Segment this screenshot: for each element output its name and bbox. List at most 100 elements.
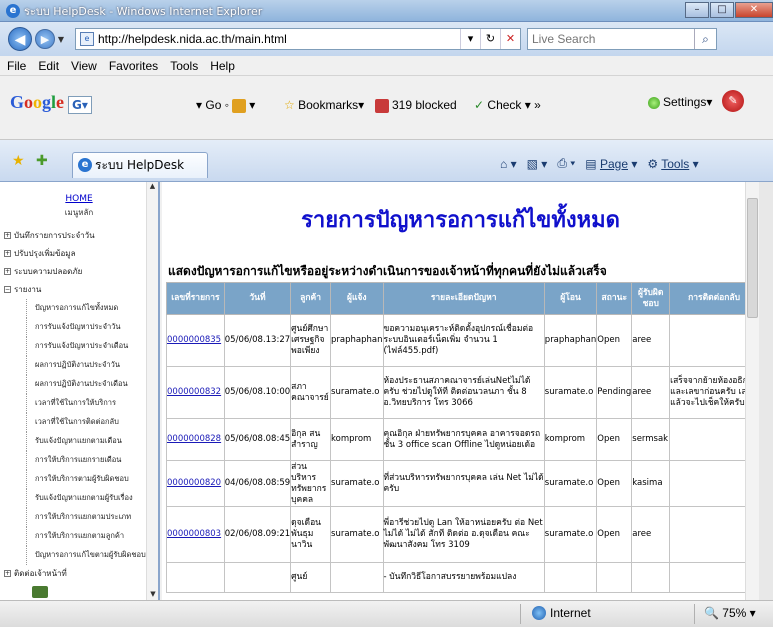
sidebar-item[interactable]: รับแจ้งปัญหาแยกตามเดือน: [26, 432, 158, 451]
sidebar-item[interactable]: การให้บริการแยกรายเดือน: [26, 451, 158, 470]
favorites-star-icon[interactable]: ★: [12, 153, 25, 169]
menu-edit[interactable]: Edit: [38, 59, 59, 73]
spellcheck-button[interactable]: ✓ Check ▾ »: [474, 98, 541, 112]
globe-icon: [532, 606, 546, 620]
issue-id-link[interactable]: 0000000835: [166, 314, 225, 367]
menu-help[interactable]: Help: [210, 59, 235, 73]
popup-blocked-button[interactable]: 319 blocked: [375, 98, 457, 113]
sidebar-item[interactable]: การรับแจ้งปัญหาประจำเดือน: [26, 337, 158, 356]
minimize-button[interactable]: –: [685, 2, 709, 18]
issue-owner: sermsak: [631, 418, 671, 461]
feeds-icon[interactable]: ▧ ▾: [527, 157, 548, 171]
translate-icon[interactable]: ✎: [722, 90, 744, 112]
add-favorites-icon[interactable]: ✚: [36, 153, 48, 169]
forward-button[interactable]: ▶: [35, 29, 55, 49]
sidebar-scrollbar[interactable]: ▲ ▼: [146, 182, 158, 600]
history-dropdown-icon[interactable]: ▼: [55, 35, 67, 44]
issue-owner: aree: [631, 314, 671, 367]
issue-status: Open: [596, 418, 633, 461]
close-button[interactable]: ✕: [735, 2, 773, 18]
tools-menu[interactable]: ⚙ Tools ▾: [647, 157, 698, 171]
issue-reporter: komprom: [330, 418, 384, 461]
sidebar-group-security[interactable]: + ระบบความปลอดภัย: [4, 265, 158, 281]
col-header-date: วันที่: [223, 282, 292, 315]
address-toolbar: ◀ ▶ ▼ e http://helpdesk.nida.ac.th/main.…: [0, 22, 773, 56]
sidebar-item[interactable]: ผลการปฏิบัติงานประจำเดือน: [26, 375, 158, 394]
issue-customer: ดุจเดือน พันธุมนาวิน: [290, 506, 332, 563]
refresh-icon[interactable]: ↻: [480, 29, 500, 49]
zoom-control[interactable]: 🔍 75% ▾: [704, 606, 756, 620]
issue-id-link[interactable]: 0000000832: [166, 366, 225, 419]
more-chevron[interactable]: »: [534, 98, 541, 112]
stop-icon[interactable]: ✕: [500, 29, 520, 49]
sidebar-item[interactable]: การรับแจ้งปัญหาประจำวัน: [26, 318, 158, 337]
security-zone[interactable]: Internet: [532, 606, 591, 620]
sidebar-item[interactable]: ผลการปฏิบัติงานประจำวัน: [26, 356, 158, 375]
command-bar: ⌂ ▾ ▧ ▾ ⎙ ▾ ▤ Page ▾ ⚙ Tools ▾: [500, 156, 709, 171]
go-label[interactable]: Go: [205, 98, 221, 112]
google-menu-dropdown[interactable]: G▾: [68, 96, 92, 114]
issue-id-link[interactable]: 0000000803: [166, 506, 225, 563]
sidebar-group-daily[interactable]: + บันทึกรายการประจำวัน: [4, 229, 158, 245]
sidebar-group-contact[interactable]: + ติดต่อเจ้าหน้าที่: [4, 567, 158, 583]
menu-file[interactable]: File: [7, 59, 26, 73]
issue-customer: ศูนย์ศึกษาเศรษฐกิจพอเพียง: [290, 314, 332, 367]
home-link[interactable]: HOME: [0, 194, 158, 204]
puzzle-icon[interactable]: [232, 98, 247, 113]
sidebar-logo-icon: [32, 586, 48, 598]
issue-id-link[interactable]: 0000000820: [166, 460, 225, 507]
main-scrollbar[interactable]: [745, 182, 759, 600]
issue-date: 05/06/08.10:00: [223, 366, 292, 419]
google-go-dropdown[interactable]: ▾ Go ◦ ▾: [196, 98, 255, 113]
sidebar-item[interactable]: เวลาที่ใช้ในการให้บริการ: [26, 394, 158, 413]
page-menu[interactable]: ▤ Page ▾: [585, 157, 637, 171]
sidebar-item[interactable]: การให้บริการตามผู้รับผิดชอบ: [26, 470, 158, 489]
zone-label: Internet: [550, 606, 591, 620]
menu-favorites[interactable]: Favorites: [109, 59, 158, 73]
menu-tools[interactable]: Tools: [170, 59, 198, 73]
issue-owner: [631, 562, 671, 593]
search-box[interactable]: ⌕: [527, 28, 717, 50]
menu-view[interactable]: View: [71, 59, 97, 73]
issue-status: Open: [596, 506, 633, 563]
issue-id-link[interactable]: 0000000828: [166, 418, 225, 461]
scroll-up-icon[interactable]: ▲: [147, 182, 158, 190]
issue-status: [596, 562, 633, 593]
sidebar-item[interactable]: ปัญหารอการแก้ไขทั้งหมด: [26, 299, 158, 318]
issue-owner: aree: [631, 366, 671, 419]
maximize-button[interactable]: □: [710, 2, 734, 18]
search-icon[interactable]: ⌕: [694, 29, 716, 49]
address-dropdown-icon[interactable]: ▾: [460, 29, 480, 49]
home-icon[interactable]: ⌂ ▾: [500, 157, 517, 171]
main-content: รายการปัญหารอการแก้ไขทั้งหมด แสดงปัญหารอ…: [162, 182, 759, 600]
issues-table: เลขที่รายการ วันที่ ลูกค้า ผู้แจ้ง รายละ…: [166, 282, 759, 593]
back-button[interactable]: ◀: [8, 27, 32, 51]
address-field[interactable]: e http://helpdesk.nida.ac.th/main.html ▾…: [75, 28, 521, 50]
issue-id-link[interactable]: [166, 562, 225, 593]
scroll-down-icon[interactable]: ▼: [147, 590, 158, 598]
window-titlebar: e ระบบ HelpDesk - Windows Internet Explo…: [0, 0, 773, 22]
issue-transfer: praphaphan: [543, 314, 598, 367]
search-input[interactable]: [528, 30, 694, 48]
bookmarks-button[interactable]: ☆ Bookmarks▾: [284, 98, 364, 112]
issue-customer: ศูนย์: [290, 562, 332, 593]
tab-helpdesk[interactable]: ระบบ HelpDesk: [72, 152, 208, 178]
sidebar-item[interactable]: การให้บริการแยกตามลูกค้า: [26, 527, 158, 546]
col-header-reporter: ผู้แจ้ง: [330, 282, 384, 315]
settings-button[interactable]: Settings▾: [648, 95, 712, 109]
blocked-count: 319 blocked: [392, 98, 457, 112]
scrollbar-thumb[interactable]: [747, 198, 758, 318]
print-icon[interactable]: ⎙ ▾: [557, 156, 575, 171]
sidebar-item[interactable]: เวลาที่ใช้ในการติดต่อกลับ: [26, 413, 158, 432]
issue-customer: ส่วนบริหารทรัพยากรบุคคล: [290, 460, 332, 507]
sidebar-item[interactable]: การให้บริการแยกตามประเภท: [26, 508, 158, 527]
sidebar-item[interactable]: ปัญหารอการแก้ไขตามผู้รับผิดชอบ: [26, 546, 158, 565]
issue-transfer: [543, 562, 598, 593]
issue-transfer: suramate.o: [543, 460, 598, 507]
sidebar-group-reports[interactable]: − รายงาน: [4, 283, 158, 299]
sidebar-group-update[interactable]: + ปรับปรุงเพิ่มข้อมูล: [4, 247, 158, 263]
table-row: 0000000803 02/06/08.09:21 ดุจเดือน พันธุ…: [166, 506, 759, 563]
url-text[interactable]: http://helpdesk.nida.ac.th/main.html: [98, 32, 460, 46]
col-header-status: สถานะ: [596, 282, 633, 315]
sidebar-item[interactable]: รับแจ้งปัญหาแยกตามผู้รับเรื่อง: [26, 489, 158, 508]
